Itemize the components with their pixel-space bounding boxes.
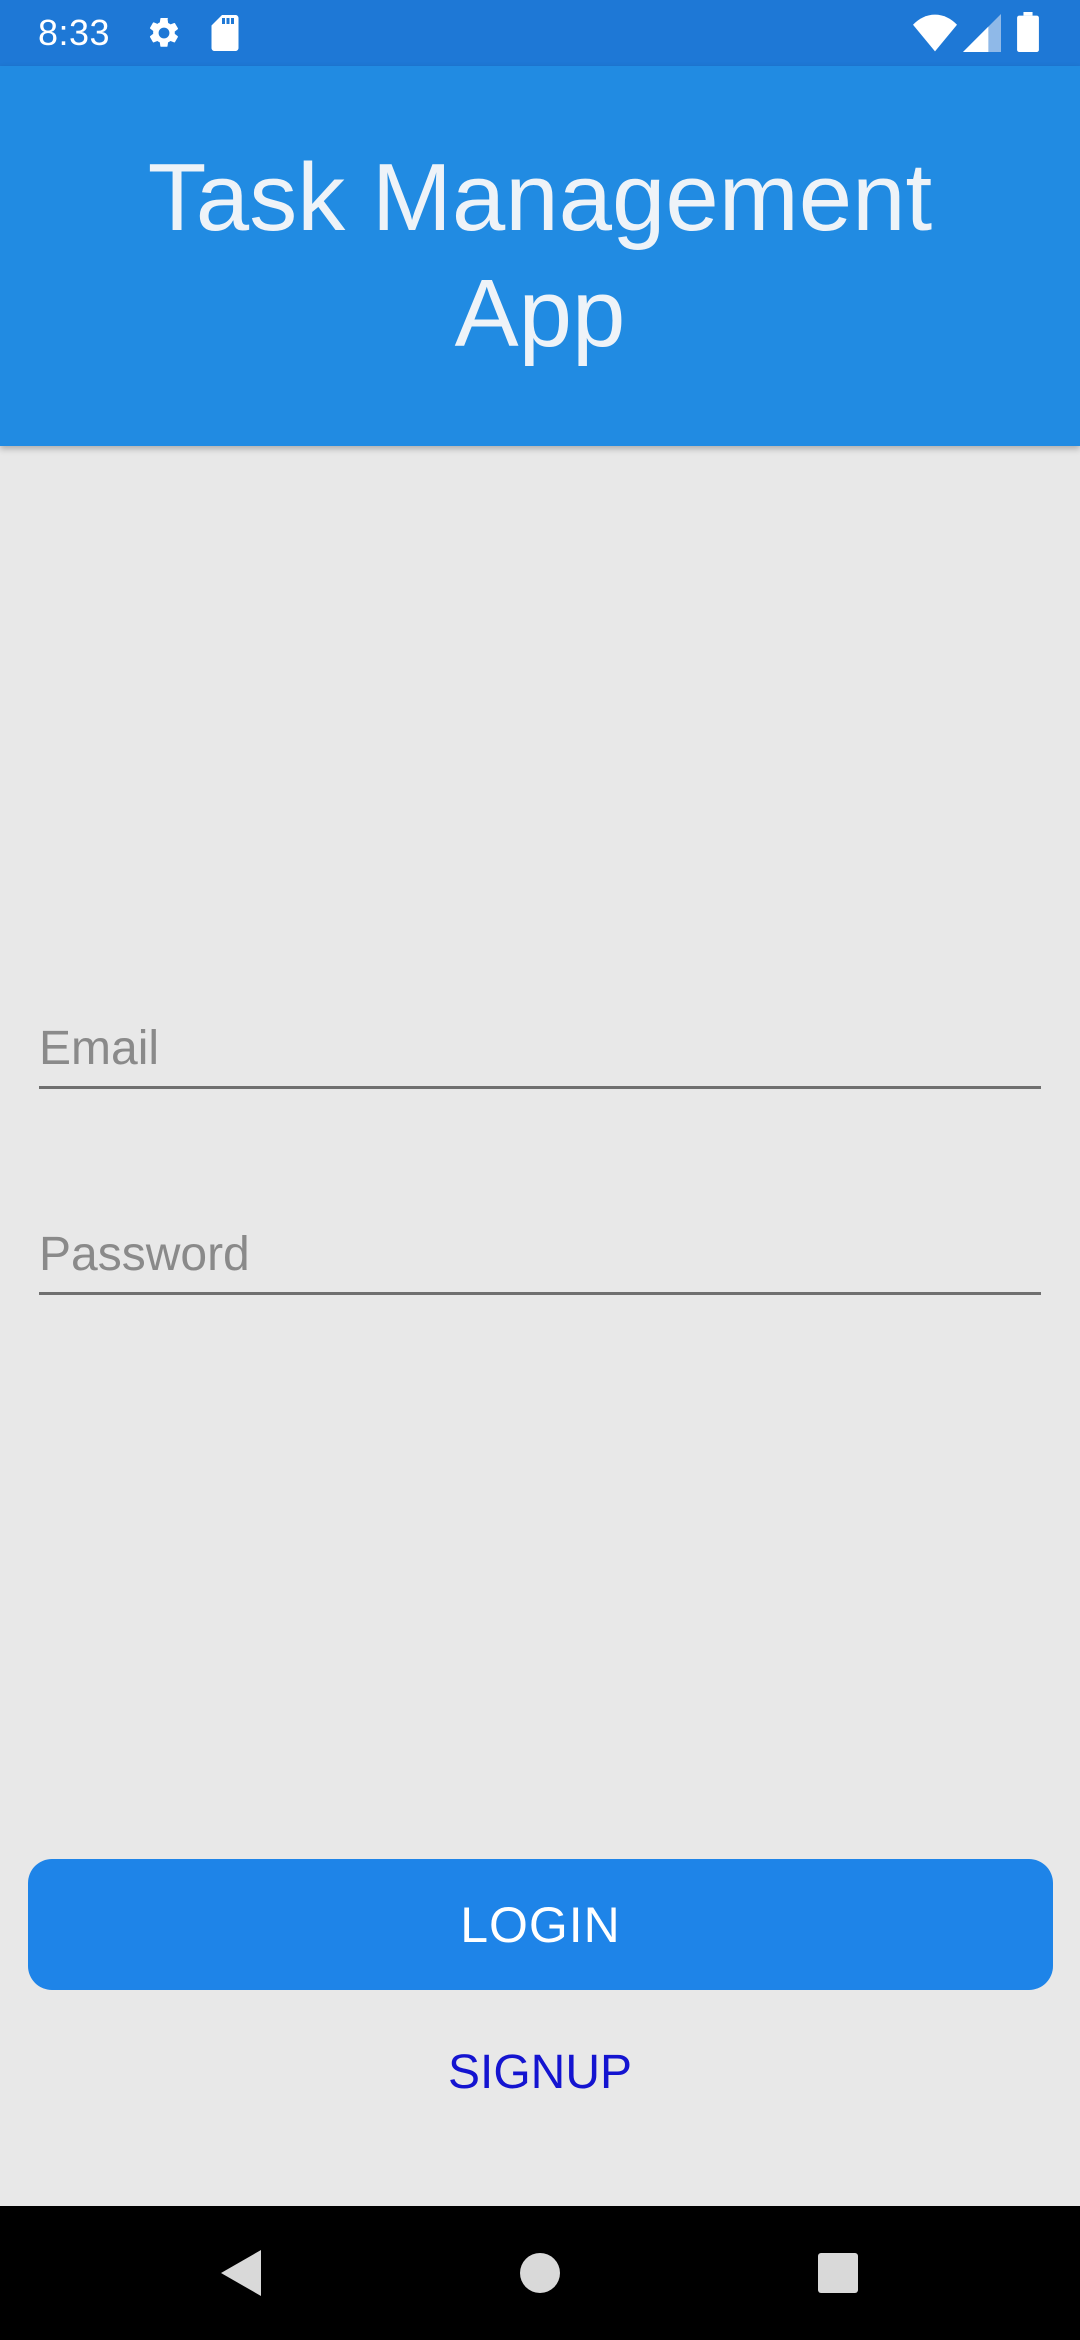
- signal-icon: [963, 14, 1001, 52]
- app-title: Task Management App: [147, 144, 933, 367]
- home-icon: [520, 2253, 560, 2293]
- status-time: 8:33: [38, 12, 111, 53]
- login-button[interactable]: LOGIN: [28, 1859, 1053, 1990]
- password-field[interactable]: [39, 1212, 1041, 1295]
- app-bar: Task Management App: [0, 66, 1080, 446]
- sd-card-icon: [211, 15, 239, 51]
- recents-icon: [818, 2253, 858, 2293]
- login-screen: 8:33 Task Management App Email LOGIN SIG…: [0, 0, 1080, 2340]
- system-nav-bar: [0, 2206, 1080, 2340]
- settings-icon: [149, 17, 179, 47]
- back-icon: [221, 2250, 261, 2296]
- email-field[interactable]: [39, 1006, 1041, 1089]
- recents-button[interactable]: [808, 2243, 868, 2303]
- login-button-label: LOGIN: [460, 1896, 621, 1953]
- back-button[interactable]: [210, 2243, 270, 2303]
- password-input[interactable]: [39, 1227, 1041, 1282]
- home-button[interactable]: [510, 2243, 570, 2303]
- wifi-icon: [913, 14, 957, 52]
- status-bar: 8:33: [0, 0, 1080, 66]
- signup-link[interactable]: SIGNUP: [0, 2045, 1080, 2101]
- email-input[interactable]: [39, 1021, 1041, 1076]
- battery-icon: [1017, 12, 1039, 52]
